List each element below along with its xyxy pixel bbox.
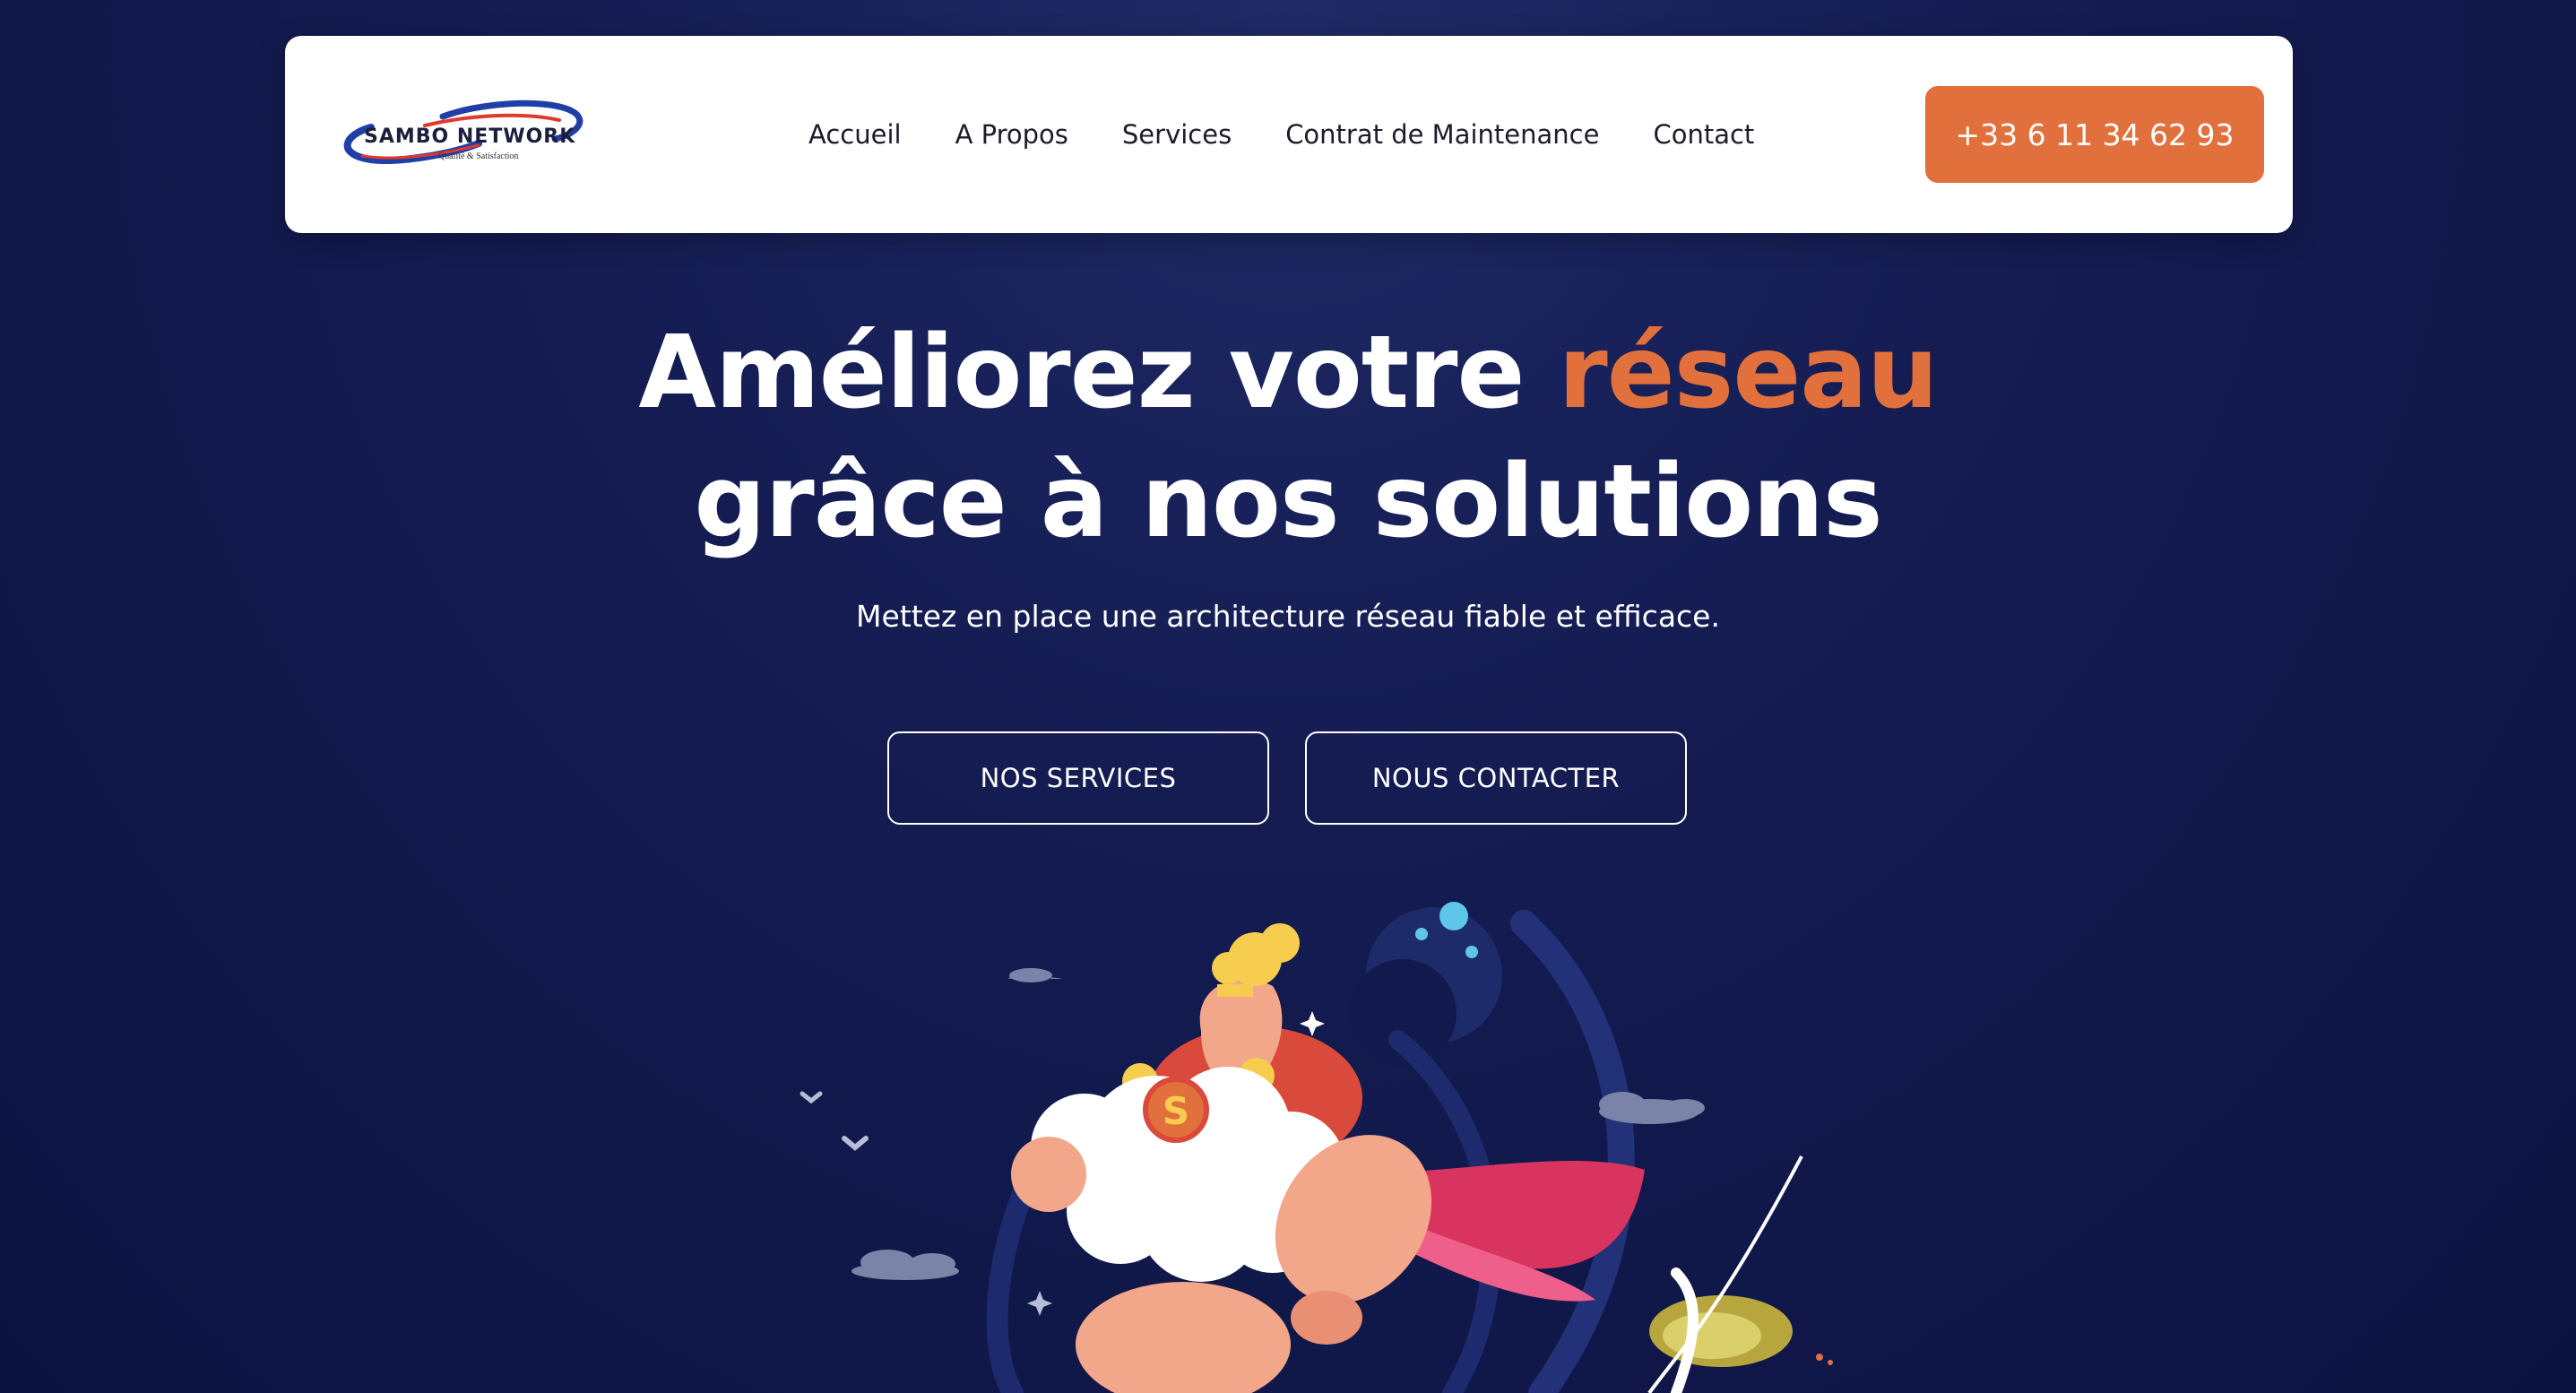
bird-icon xyxy=(800,1091,823,1104)
cloud-icon xyxy=(1008,968,1062,982)
services-button[interactable]: NOS SERVICES xyxy=(887,731,1269,825)
hero-title-accent: réseau xyxy=(1558,315,1938,431)
hero-title-line2: grâce à nos solutions xyxy=(694,444,1882,560)
superhero-illustration: S xyxy=(800,902,1833,1393)
nav-item-accueil[interactable]: Accueil xyxy=(808,119,902,150)
emblem-letter: S xyxy=(1163,1089,1189,1133)
sparkle-icon xyxy=(1300,1011,1325,1036)
star-dot xyxy=(1439,902,1468,930)
logo-name: SAMBO NETWORK xyxy=(364,125,576,148)
contact-button[interactable]: NOUS CONTACTER xyxy=(1305,731,1687,825)
hero-subtitle: Mettez en place une architecture réseau … xyxy=(856,599,1720,634)
nav-item-services[interactable]: Services xyxy=(1122,119,1232,150)
logo-tagline: Qualité & Satisfaction xyxy=(438,151,519,161)
brand-logo[interactable]: SAMBO NETWORK Qualité & Satisfaction xyxy=(335,90,604,179)
nav-item-contact[interactable]: Contact xyxy=(1653,119,1754,150)
nav-item-a-propos[interactable]: A Propos xyxy=(955,119,1068,150)
nav-item-contrat-maintenance[interactable]: Contrat de Maintenance xyxy=(1285,119,1599,150)
site-header: SAMBO NETWORK Qualité & Satisfaction Acc… xyxy=(285,36,2293,233)
main-nav: Accueil A Propos Services Contrat de Mai… xyxy=(808,36,1754,233)
phone-button[interactable]: +33 6 11 34 62 93 xyxy=(1925,86,2264,183)
hero-title-prefix: Améliorez votre xyxy=(638,315,1559,431)
hero-title: Améliorez votre réseau grâce à nos solut… xyxy=(0,308,2576,567)
hero-buttons: NOS SERVICES NOUS CONTACTER xyxy=(887,731,1687,825)
